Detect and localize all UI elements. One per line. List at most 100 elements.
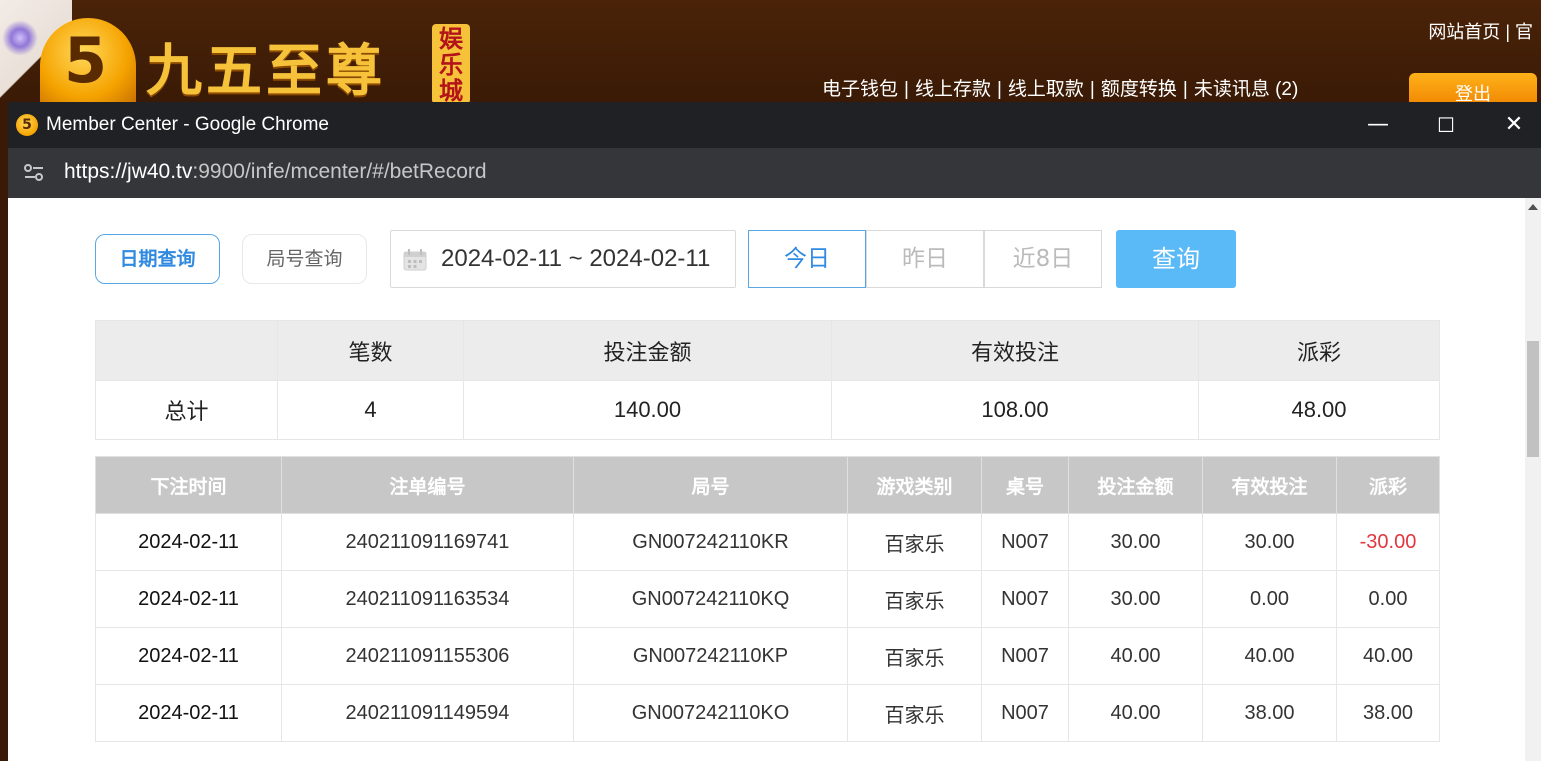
records-header-row: 下注时间 注单编号 局号 游戏类别 桌号 投注金额 有效投注 派彩	[95, 456, 1440, 514]
maximize-button[interactable]: ☐	[1412, 102, 1480, 148]
title-bar: 5 Member Center - Google Chrome — ☐ ✕	[8, 102, 1541, 148]
member-nav: 电子钱包 | 线上存款 | 线上取款 | 额度转换 | 未读讯息 (2)	[822, 74, 1298, 101]
column-header: 投注金额	[1068, 456, 1203, 514]
table-no-cell: N007	[981, 570, 1069, 628]
tab-date-query[interactable]: 日期查询	[95, 234, 220, 284]
payout-cell: 38.00	[1336, 684, 1440, 742]
column-header: 派彩	[1336, 456, 1440, 514]
nav-withdraw[interactable]: 线上取款	[1008, 79, 1084, 100]
tab-round-query[interactable]: 局号查询	[242, 234, 367, 284]
firework-icon	[2, 20, 38, 56]
summary-cell: 140.00	[463, 380, 832, 440]
column-header: 局号	[573, 456, 848, 514]
calendar-icon	[403, 249, 427, 271]
scrollbar-thumb[interactable]	[1527, 341, 1539, 457]
game-type-cell: 百家乐	[847, 570, 982, 628]
bet-amount-cell: 40.00	[1068, 627, 1203, 685]
table-no-cell: N007	[981, 627, 1069, 685]
bet-time-cell: 2024-02-11	[95, 570, 282, 628]
site-settings-icon[interactable]	[24, 164, 44, 182]
logo-text: 九五至尊	[146, 38, 386, 104]
date-range-value: 2024-02-11 ~ 2024-02-11	[441, 245, 711, 272]
address-bar: https://jw40.tv:9900/infe/mcenter/#/betR…	[8, 148, 1541, 198]
payout-cell: -30.00	[1336, 513, 1440, 571]
nav-wallet[interactable]: 电子钱包	[822, 79, 898, 100]
vertical-scrollbar[interactable]	[1525, 198, 1541, 761]
summary-header-cell: 笔数	[277, 320, 464, 381]
bet-time-cell: 2024-02-11	[95, 627, 282, 685]
column-header: 下注时间	[95, 456, 282, 514]
bet-id-cell: 240211091149594	[281, 684, 574, 742]
bet-amount-cell: 30.00	[1068, 513, 1203, 571]
nav-separator: |	[1089, 79, 1095, 100]
game-type-cell: 百家乐	[847, 684, 982, 742]
summary-header-cell: 有效投注	[831, 320, 1199, 381]
round-id-cell: GN007242110KP	[573, 627, 848, 685]
bet-id-cell: 240211091155306	[281, 627, 574, 685]
bet-time-cell: 2024-02-11	[95, 513, 282, 571]
payout-cell: 0.00	[1336, 570, 1440, 628]
table-row: 2024-02-11 240211091149594 GN007242110KO…	[95, 684, 1440, 742]
bet-id-cell: 240211091169741	[281, 513, 574, 571]
bet-records-table: 下注时间 注单编号 局号 游戏类别 桌号 投注金额 有效投注 派彩 2024-0…	[95, 456, 1440, 742]
nav-messages[interactable]: 未读讯息 (2)	[1194, 79, 1299, 100]
logo-number: 5	[64, 24, 108, 97]
game-type-cell: 百家乐	[847, 627, 982, 685]
round-id-cell: GN007242110KR	[573, 513, 848, 571]
valid-bet-cell: 38.00	[1202, 684, 1337, 742]
summary-table: 笔数 投注金额 有效投注 派彩 总计 4 140.00 108.00 48.00	[95, 320, 1440, 440]
valid-bet-cell: 0.00	[1202, 570, 1337, 628]
scroll-up-arrow-icon[interactable]	[1528, 204, 1538, 210]
minimize-button[interactable]: —	[1344, 102, 1412, 148]
table-no-cell: N007	[981, 513, 1069, 571]
payout-cell: 40.00	[1336, 627, 1440, 685]
summary-total-row: 总计 4 140.00 108.00 48.00	[95, 380, 1440, 440]
logo-badge-text: 娱乐城	[439, 25, 463, 105]
summary-cell: 4	[277, 380, 464, 440]
summary-header-cell: 投注金额	[463, 320, 832, 381]
summary-header-row: 笔数 投注金额 有效投注 派彩	[95, 320, 1440, 381]
bet-record-page: 日期查询 局号查询 2024-02-11 ~ 2024-02-11 今日 昨日 …	[8, 198, 1525, 761]
site-favicon-icon: 5	[16, 114, 38, 136]
top-links[interactable]: 网站首页 | 官	[1428, 18, 1533, 44]
valid-bet-cell: 40.00	[1202, 627, 1337, 685]
url-text[interactable]: https://jw40.tv:9900/infe/mcenter/#/betR…	[64, 160, 487, 184]
window-title: Member Center - Google Chrome	[46, 114, 329, 135]
column-header: 注单编号	[281, 456, 574, 514]
nav-separator: |	[996, 79, 1002, 100]
bet-amount-cell: 30.00	[1068, 570, 1203, 628]
column-header: 有效投注	[1202, 456, 1337, 514]
bet-time-cell: 2024-02-11	[95, 684, 282, 742]
table-row: 2024-02-11 240211091169741 GN007242110KR…	[95, 513, 1440, 571]
table-row: 2024-02-11 240211091163534 GN007242110KQ…	[95, 570, 1440, 628]
close-button[interactable]: ✕	[1480, 102, 1541, 148]
table-no-cell: N007	[981, 684, 1069, 742]
summary-cell: 总计	[95, 380, 278, 440]
nav-separator: |	[904, 79, 909, 100]
summary-header-cell	[95, 320, 278, 381]
round-id-cell: GN007242110KO	[573, 684, 848, 742]
url-path: :9900/infe/mcenter/#/betRecord	[192, 160, 487, 183]
column-header: 游戏类别	[847, 456, 982, 514]
site-header: 5 九五至尊 娱乐城 网站首页 | 官 电子钱包 | 线上存款 | 线上取款 | 额度转换 |…	[0, 0, 1541, 107]
query-button[interactable]: 查询	[1116, 230, 1236, 288]
date-range-picker[interactable]: 2024-02-11 ~ 2024-02-11	[390, 230, 736, 288]
nav-separator: |	[1182, 79, 1188, 100]
last-8-days-button[interactable]: 近8日	[984, 230, 1102, 288]
game-type-cell: 百家乐	[847, 513, 982, 571]
nav-deposit[interactable]: 线上存款	[915, 79, 991, 100]
column-header: 桌号	[981, 456, 1069, 514]
summary-cell: 48.00	[1198, 380, 1440, 440]
bet-id-cell: 240211091163534	[281, 570, 574, 628]
round-id-cell: GN007242110KQ	[573, 570, 848, 628]
today-button[interactable]: 今日	[748, 230, 866, 288]
summary-cell: 108.00	[831, 380, 1199, 440]
summary-header-cell: 派彩	[1198, 320, 1440, 381]
url-host: https://jw40.tv	[64, 160, 193, 183]
logo-badge: 娱乐城	[432, 24, 470, 104]
nav-transfer[interactable]: 额度转换	[1101, 79, 1177, 100]
valid-bet-cell: 30.00	[1202, 513, 1337, 571]
yesterday-button[interactable]: 昨日	[866, 230, 984, 288]
chrome-popup-window: 5 Member Center - Google Chrome — ☐ ✕ ht…	[8, 102, 1541, 761]
bet-amount-cell: 40.00	[1068, 684, 1203, 742]
